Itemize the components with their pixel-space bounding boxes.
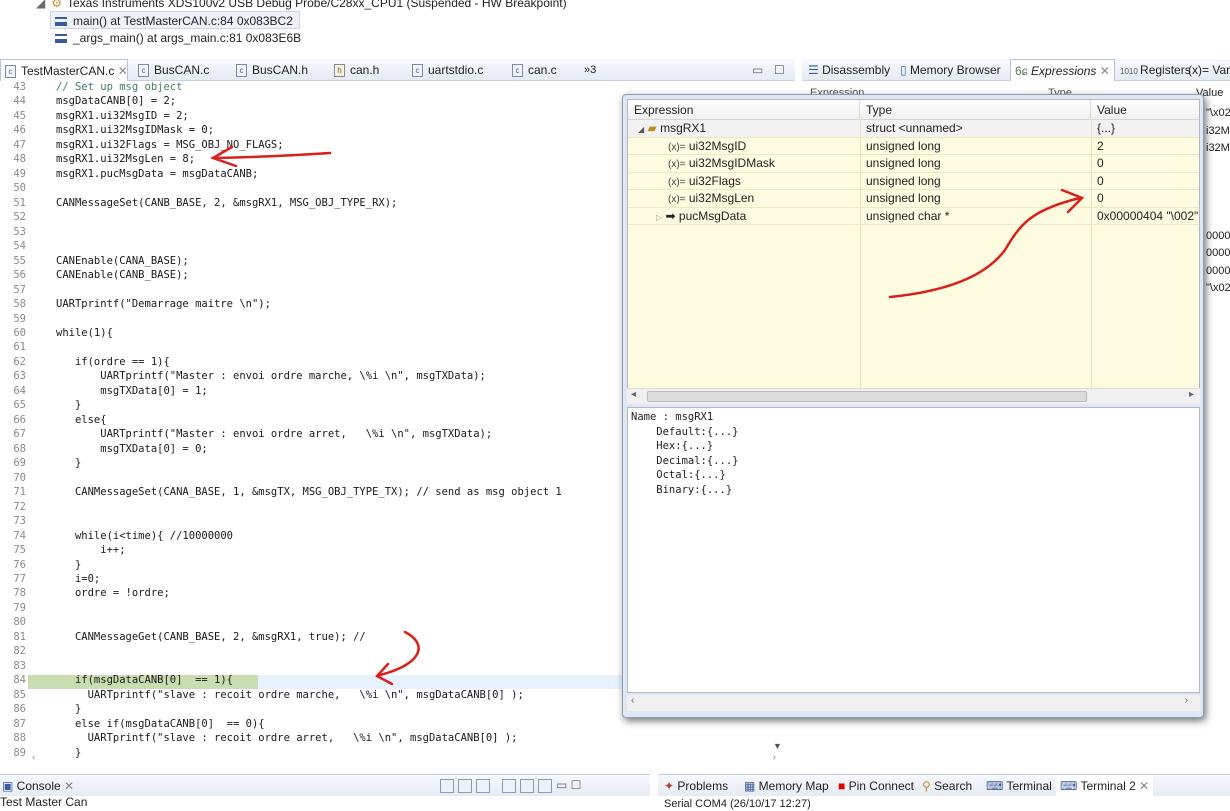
search-icon: ⚲ [922,779,935,793]
terminal-icon: ⌨ [1060,779,1081,793]
minimize-button[interactable]: ▭ ☐ [556,778,581,792]
problems-icon: ✦ [664,779,678,793]
display-console-icon[interactable] [520,778,534,793]
console-icon: ▣ [2,779,17,793]
arrow-annotation-line84 [374,630,420,686]
console-toolbar: ▭ ☐ [440,778,581,793]
terminal-session-tab[interactable]: Serial COM4 (26/10/17 12:27) [664,797,811,811]
tab-search[interactable]: ⚲ Search [922,775,972,797]
tab-memory-map[interactable]: ▦ Memory Map [744,775,829,797]
arrow-annotation-msglen [210,145,332,168]
pin-connect-icon: ■ [838,779,849,793]
tab-problems[interactable]: ✦ Problems [664,775,728,797]
scroll-lock-icon[interactable] [458,778,472,793]
word-wrap-icon[interactable] [476,778,490,793]
tab-terminal[interactable]: ⌨ Terminal [986,775,1052,797]
terminal-icon: ⌨ [986,779,1007,793]
clear-console-icon[interactable] [440,778,454,793]
arrow-annotation-value [888,188,1085,299]
tab-console[interactable]: ▣ Console ✕ [2,775,74,797]
pin-console-icon[interactable] [502,778,516,793]
close-icon[interactable]: ✕ [1139,779,1149,793]
terminal-view-tabs: ✦ Problems ▦ Memory Map ■ Pin Connect ⚲ … [658,774,1230,810]
tab-terminal-2[interactable]: ⌨ Terminal 2 ✕ [1056,775,1154,797]
red-annotation-arrows [210,145,1085,686]
open-console-icon[interactable] [538,778,552,793]
tab-pin-connect[interactable]: ■ Pin Connect [838,775,914,797]
console-view-tabs: ▣ Console ✕ ▭ ☐ Test Master Can [0,774,650,809]
close-icon[interactable]: ✕ [64,779,74,793]
memory-map-icon: ▦ [744,779,759,793]
